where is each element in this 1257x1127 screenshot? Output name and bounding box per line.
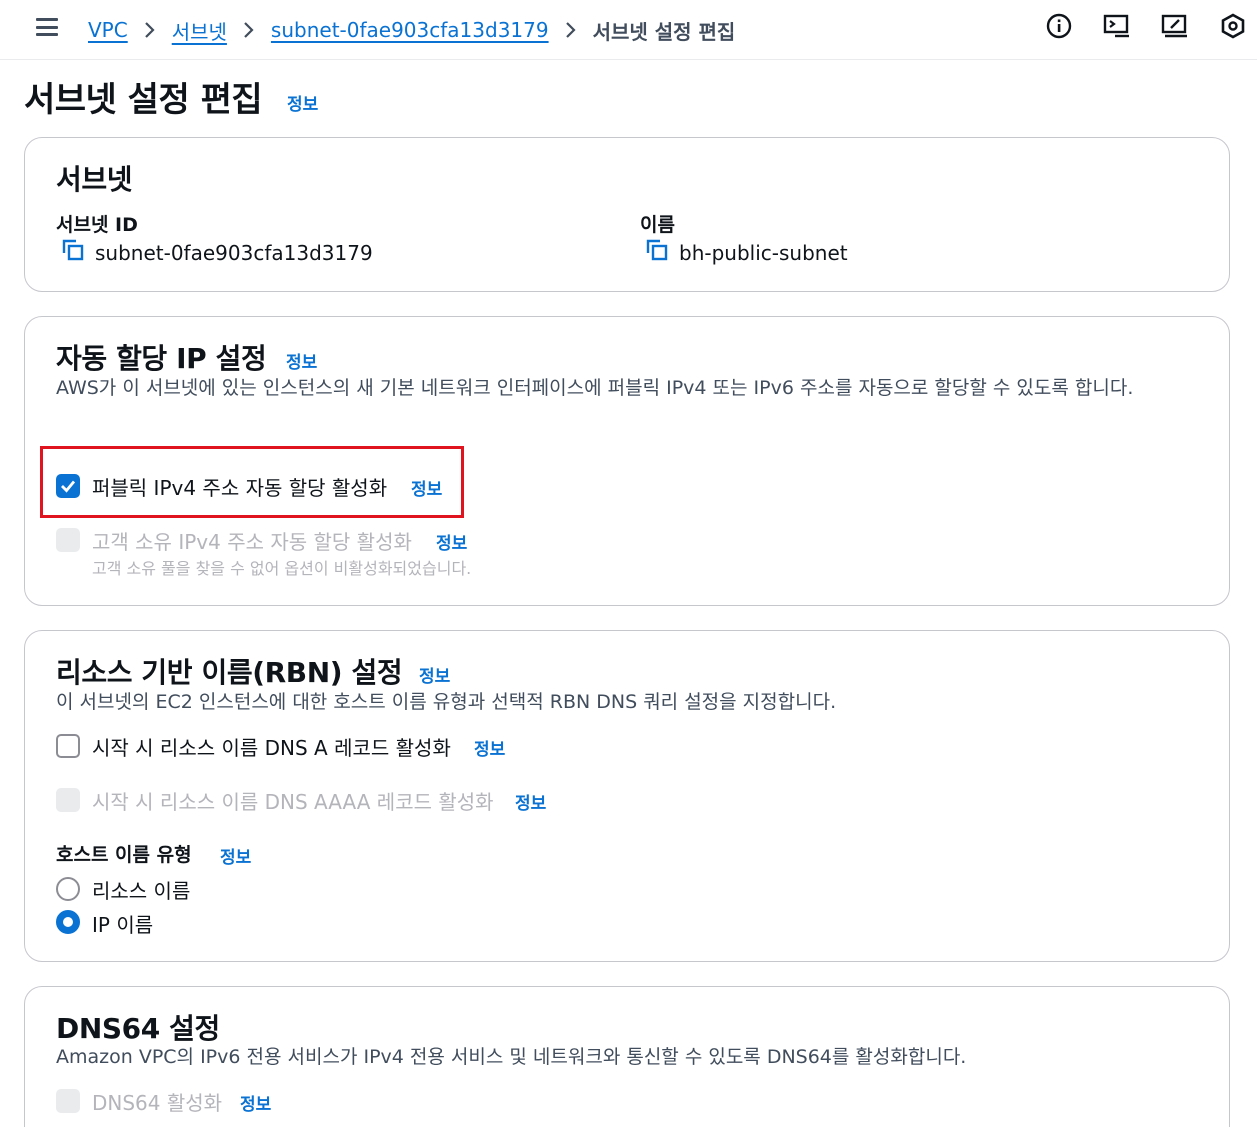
page-info-link[interactable]: 정보 [287, 90, 318, 115]
hexagon-settings-icon[interactable] [1219, 12, 1247, 40]
top-icon-group [1045, 12, 1247, 40]
customer-ipv4-label: 고객 소유 IPv4 주소 자동 할당 활성화 [92, 530, 412, 554]
breadcrumb: VPC 서브넷 subnet-0fae903cfa13d3179 서브넷 설정 … [88, 16, 735, 44]
hostname-resource-name-radio[interactable] [56, 877, 80, 901]
breadcrumb-link-subnet-id[interactable]: subnet-0fae903cfa13d3179 [271, 18, 549, 42]
highlight-box [40, 446, 464, 518]
dns64-checkbox [56, 1089, 80, 1113]
auto-ip-title: 자동 할당 IP 설정 [56, 342, 267, 375]
subnet-id-value: subnet-0fae903cfa13d3179 [95, 240, 373, 265]
chevron-right-icon [144, 21, 156, 39]
rbn-description: 이 서브넷의 EC2 인스턴스에 대한 호스트 이름 유형과 선택적 RBN D… [56, 691, 837, 713]
subnet-id-value-row: subnet-0fae903cfa13d3179 [61, 238, 373, 267]
rbn-title: 리소스 기반 이름(RBN) 설정 [56, 656, 403, 689]
screen-edit-icon[interactable] [1161, 12, 1189, 40]
dns64-title: DNS64 설정 [56, 1012, 220, 1045]
dns-aaaa-record-info-link[interactable]: 정보 [515, 789, 546, 814]
subnet-name-value: bh-public-subnet [679, 240, 848, 265]
subnet-id-label: 서브넷 ID [56, 214, 138, 236]
breadcrumb-link-vpc[interactable]: VPC [88, 18, 128, 42]
dns-a-record-checkbox[interactable] [56, 734, 80, 758]
hostname-resource-name-label: 리소스 이름 [92, 879, 191, 903]
dns64-label: DNS64 활성화 [92, 1091, 223, 1115]
subnet-name-label: 이름 [640, 214, 675, 236]
auto-ip-description: AWS가 이 서브넷에 있는 인스턴스의 새 기본 네트워크 인터페이스에 퍼블… [56, 377, 1134, 399]
hostname-type-info-link[interactable]: 정보 [220, 843, 251, 868]
copy-icon[interactable] [61, 238, 85, 267]
rbn-settings-card: 리소스 기반 이름(RBN) 설정 정보 이 서브넷의 EC2 인스턴스에 대한… [24, 630, 1230, 962]
auto-ip-info-link[interactable]: 정보 [286, 348, 317, 373]
chevron-right-icon [243, 21, 255, 39]
subnet-card-title: 서브넷 [56, 163, 133, 196]
top-navigation-bar: VPC 서브넷 subnet-0fae903cfa13d3179 서브넷 설정 … [0, 0, 1257, 60]
dns-aaaa-record-label: 시작 시 리소스 이름 DNS AAAA 레코드 활성화 [92, 790, 494, 814]
customer-ipv4-note: 고객 소유 풀을 찾을 수 없어 옵션이 비활성화되었습니다. [92, 559, 472, 578]
hostname-type-label: 호스트 이름 유형 [56, 844, 192, 866]
chevron-right-icon [565, 21, 577, 39]
page-title: 서브넷 설정 편집 [24, 80, 263, 120]
customer-ipv4-checkbox [56, 528, 80, 552]
dns-aaaa-record-checkbox [56, 788, 80, 812]
rbn-info-link[interactable]: 정보 [419, 662, 450, 687]
menu-icon[interactable] [36, 18, 58, 36]
breadcrumb-current: 서브넷 설정 편집 [592, 19, 736, 44]
dns-a-record-info-link[interactable]: 정보 [474, 735, 505, 760]
cloudshell-icon[interactable] [1103, 12, 1131, 40]
dns-a-record-label: 시작 시 리소스 이름 DNS A 레코드 활성화 [92, 736, 451, 760]
dns64-card: DNS64 설정 Amazon VPC의 IPv6 전용 서비스가 IPv4 전… [24, 986, 1230, 1127]
subnet-card: 서브넷 서브넷 ID subnet-0fae903cfa13d3179 이름 b… [24, 137, 1230, 292]
customer-ipv4-info-link[interactable]: 정보 [436, 529, 467, 554]
breadcrumb-link-subnets[interactable]: 서브넷 [172, 16, 227, 45]
dns64-info-link[interactable]: 정보 [240, 1090, 271, 1115]
dns64-description: Amazon VPC의 IPv6 전용 서비스가 IPv4 전용 서비스 및 네… [56, 1046, 967, 1068]
hostname-ip-name-radio[interactable] [56, 910, 80, 934]
hostname-ip-name-label: IP 이름 [92, 913, 154, 937]
subnet-name-value-row: bh-public-subnet [645, 238, 848, 267]
copy-icon[interactable] [645, 238, 669, 267]
info-circle-icon[interactable] [1045, 12, 1073, 40]
